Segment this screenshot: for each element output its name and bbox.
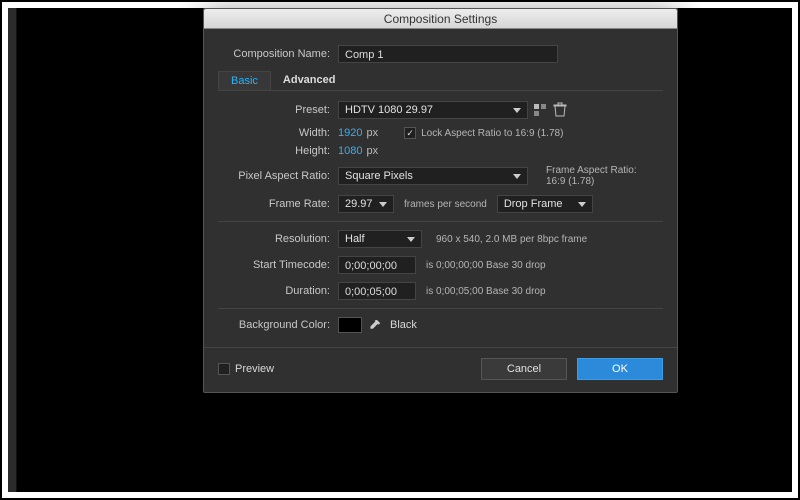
resolution-info: 960 x 540, 2.0 MB per 8bpc frame — [436, 234, 587, 245]
width-label: Width: — [218, 127, 338, 139]
resolution-dropdown[interactable]: Half — [338, 230, 422, 248]
eyedropper-icon[interactable] — [366, 317, 382, 333]
composition-settings-dialog: Composition Settings Composition Name: C… — [203, 8, 678, 393]
save-preset-icon[interactable] — [532, 102, 548, 118]
composition-name-label: Composition Name: — [218, 48, 338, 60]
drop-frame-value: Drop Frame — [504, 197, 563, 211]
frame-rate-unit: frames per second — [404, 199, 487, 210]
background-color-name: Black — [390, 319, 417, 331]
trash-icon[interactable] — [552, 102, 568, 118]
divider — [218, 221, 663, 222]
drop-frame-dropdown[interactable]: Drop Frame — [497, 195, 593, 213]
background-color-swatch[interactable] — [338, 317, 362, 333]
dialog-title: Composition Settings — [204, 9, 677, 29]
resolution-value: Half — [345, 232, 365, 246]
frame-rate-value: 29.97 — [345, 197, 373, 211]
pixel-aspect-dropdown[interactable]: Square Pixels — [338, 167, 528, 185]
app-panel-gutter — [8, 8, 17, 492]
start-timecode-label: Start Timecode: — [218, 259, 338, 271]
lock-aspect-checkbox[interactable]: ✓ — [404, 127, 416, 139]
start-timecode-input[interactable]: 0;00;00;00 — [338, 256, 416, 274]
checkmark-icon: ✓ — [406, 129, 414, 138]
chevron-down-icon — [578, 202, 586, 207]
background-color-label: Background Color: — [218, 319, 338, 331]
width-unit: px — [366, 127, 378, 139]
tab-basic[interactable]: Basic — [218, 71, 271, 90]
chevron-down-icon — [513, 174, 521, 179]
start-timecode-info: is 0;00;00;00 Base 30 drop — [426, 260, 546, 271]
frame-aspect-value: 16:9 (1.78) — [546, 176, 637, 187]
width-input[interactable]: 1920 — [338, 127, 362, 139]
pixel-aspect-value: Square Pixels — [345, 169, 413, 183]
height-input[interactable]: 1080 — [338, 145, 362, 157]
chevron-down-icon — [513, 108, 521, 113]
height-label: Height: — [218, 145, 338, 157]
frame-rate-label: Frame Rate: — [218, 198, 338, 210]
settings-tabs: Basic Advanced — [218, 71, 663, 91]
duration-input[interactable]: 0;00;05;00 — [338, 282, 416, 300]
preset-label: Preset: — [218, 104, 338, 116]
frame-aspect-label: Frame Aspect Ratio: — [546, 165, 637, 176]
duration-info: is 0;00;05;00 Base 30 drop — [426, 286, 546, 297]
divider — [218, 308, 663, 309]
preview-checkbox[interactable] — [218, 363, 230, 375]
chevron-down-icon — [379, 202, 387, 207]
preview-label: Preview — [235, 363, 274, 375]
tab-advanced[interactable]: Advanced — [271, 71, 348, 90]
preset-value: HDTV 1080 29.97 — [345, 103, 433, 117]
lock-aspect-label: Lock Aspect Ratio to 16:9 (1.78) — [421, 128, 563, 139]
cancel-button[interactable]: Cancel — [481, 358, 567, 380]
chevron-down-icon — [407, 237, 415, 242]
duration-label: Duration: — [218, 285, 338, 297]
resolution-label: Resolution: — [218, 233, 338, 245]
pixel-aspect-label: Pixel Aspect Ratio: — [218, 170, 338, 182]
height-unit: px — [366, 145, 378, 157]
frame-rate-dropdown[interactable]: 29.97 — [338, 195, 394, 213]
preset-dropdown[interactable]: HDTV 1080 29.97 — [338, 101, 528, 119]
ok-button[interactable]: OK — [577, 358, 663, 380]
composition-name-input[interactable]: Comp 1 — [338, 45, 558, 63]
